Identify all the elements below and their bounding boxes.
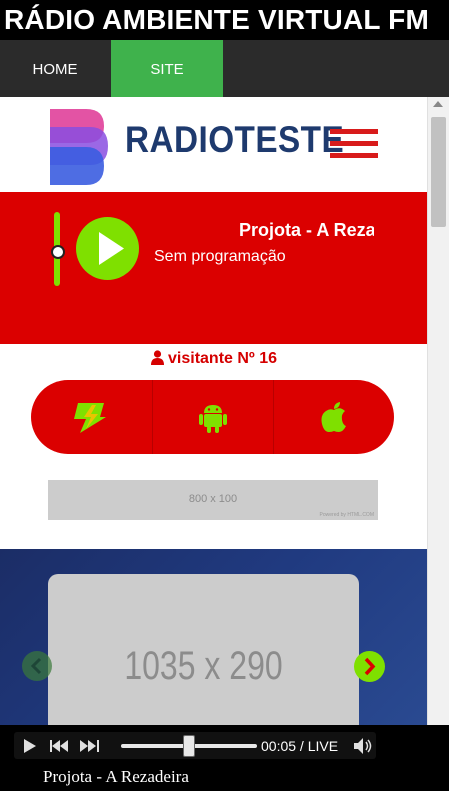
play-icon[interactable] bbox=[22, 738, 38, 754]
fast-forward-icon[interactable] bbox=[80, 740, 100, 752]
app-title: RÁDIO AMBIENTE VIRTUAL FM bbox=[4, 4, 429, 35]
play-icon bbox=[99, 232, 124, 265]
apple-link[interactable] bbox=[273, 380, 394, 454]
android-icon bbox=[199, 405, 227, 433]
winamp-link[interactable] bbox=[31, 380, 152, 454]
now-playing-text: Projota - A Rezadeira bbox=[239, 220, 374, 240]
seek-handle[interactable] bbox=[183, 735, 195, 757]
site-header: RADIOTESTE bbox=[0, 97, 428, 192]
site-frame: RADIOTESTE Projota - A Rezadeira Sem pro… bbox=[0, 97, 449, 725]
carousel-prev-button[interactable] bbox=[22, 651, 52, 681]
scroll-thumb[interactable] bbox=[431, 117, 446, 227]
vertical-scrollbar[interactable] bbox=[427, 97, 449, 725]
volume-icon[interactable] bbox=[352, 737, 374, 755]
carousel-slide-size: 1035 x 290 bbox=[124, 644, 283, 688]
track-title: Projota - A Rezadeira bbox=[43, 767, 189, 786]
site-logo-text[interactable]: RADIOTESTE bbox=[125, 119, 344, 161]
scroll-up-icon[interactable] bbox=[433, 101, 443, 107]
ad-banner[interactable]: 800 x 100 Powered by HTML.COM bbox=[48, 480, 378, 520]
chevron-right-icon bbox=[364, 657, 376, 676]
visitor-counter: visitante Nº 16 bbox=[0, 350, 428, 368]
time-display: 00:05 / LIVE bbox=[261, 738, 339, 754]
chevron-left-icon bbox=[30, 657, 42, 675]
nav-home[interactable]: HOME bbox=[0, 40, 110, 97]
now-playing-marquee: Projota - A Rezadeira bbox=[154, 220, 374, 241]
play-button[interactable] bbox=[76, 217, 139, 280]
app-links bbox=[31, 380, 394, 454]
carousel-next-button[interactable] bbox=[354, 651, 385, 682]
apple-icon bbox=[321, 402, 346, 432]
winamp-icon bbox=[74, 403, 106, 433]
radio-logo-icon bbox=[50, 109, 108, 185]
volume-knob[interactable] bbox=[51, 245, 65, 259]
user-icon bbox=[151, 350, 164, 365]
nav-site[interactable]: SITE bbox=[111, 40, 223, 97]
top-nav: HOME SITE bbox=[0, 40, 449, 97]
visitor-text: visitante Nº 16 bbox=[168, 350, 277, 367]
android-link[interactable] bbox=[152, 380, 274, 454]
app-title-bar: RÁDIO AMBIENTE VIRTUAL FM bbox=[0, 0, 449, 40]
image-carousel: 1035 x 290 bbox=[0, 549, 428, 725]
menu-icon[interactable] bbox=[330, 129, 378, 161]
radio-player: Projota - A Rezadeira Sem programação - … bbox=[0, 192, 428, 416]
carousel-slide[interactable]: 1035 x 290 bbox=[48, 574, 359, 725]
ad-banner-size: 800 x 100 bbox=[188, 493, 238, 505]
ad-banner-credit: Powered by HTML.COM bbox=[319, 512, 374, 518]
program-text: Sem programação bbox=[154, 248, 286, 265]
rewind-icon[interactable] bbox=[50, 740, 70, 752]
audio-controls: 00:05 / LIVE bbox=[14, 732, 376, 759]
